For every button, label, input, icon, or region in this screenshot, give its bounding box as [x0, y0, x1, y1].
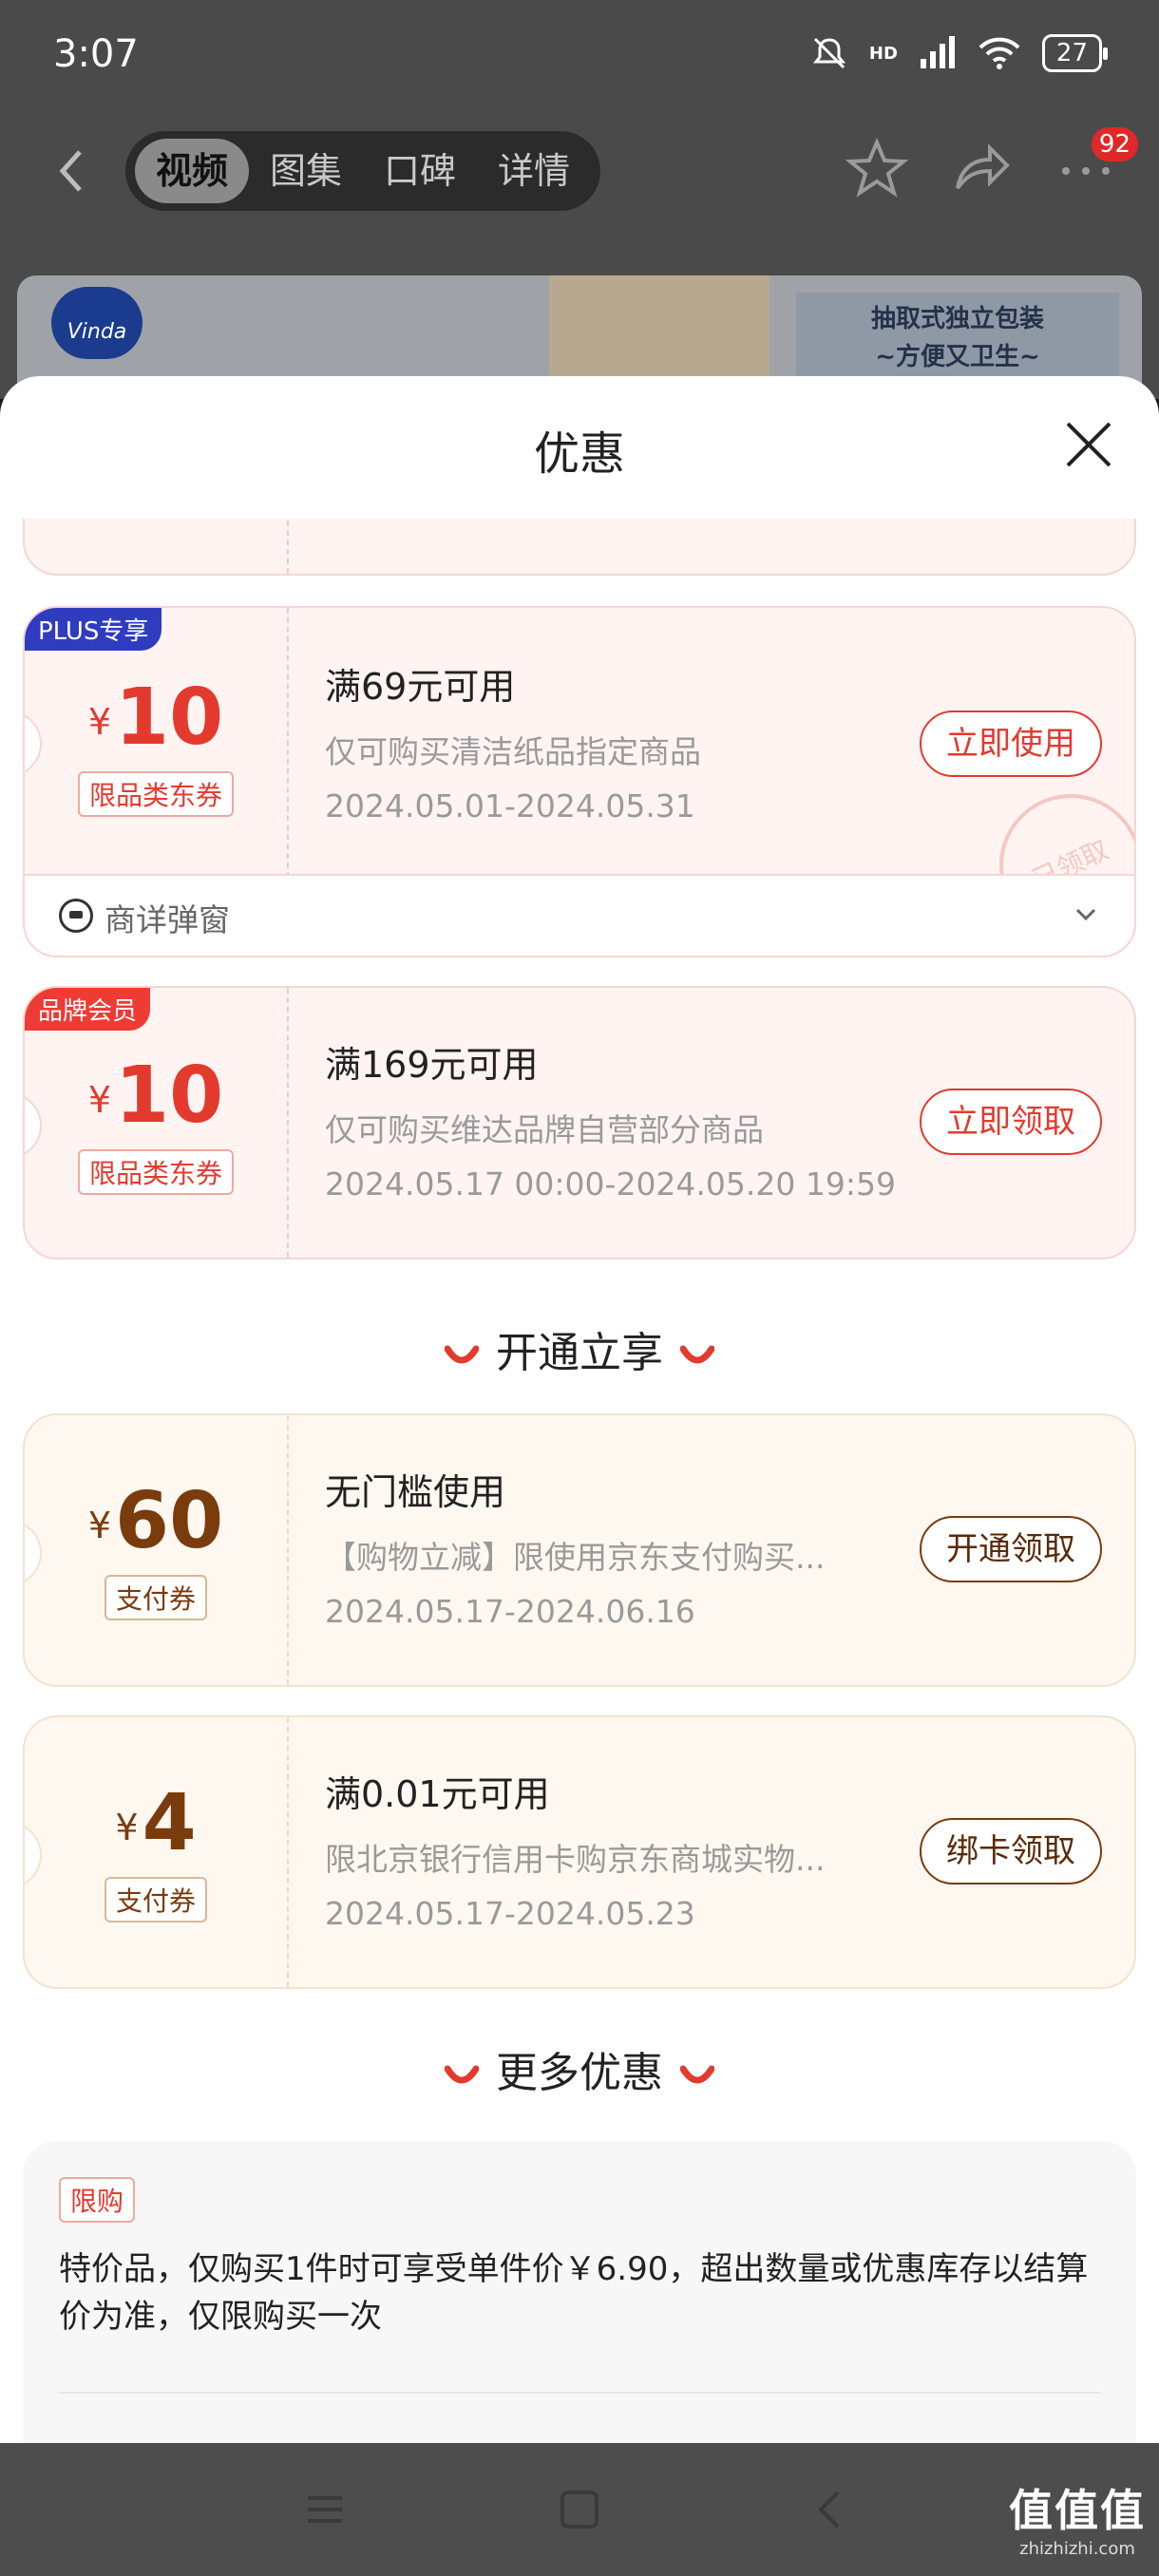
- plus-exclusive-tag: PLUS专享: [25, 608, 162, 651]
- brand-member-tag: 品牌会员: [25, 988, 151, 1031]
- share-icon[interactable]: [950, 137, 1013, 199]
- smile-icon: [445, 2065, 479, 2084]
- coupon-card-plus: ¥10 限品类东券 PLUS专享 满69元可用 仅可购买清洁纸品指定商品 202…: [23, 606, 1136, 957]
- currency-symbol: ¥: [115, 1807, 139, 1848]
- coupon-description: 限北京银行信用卡购京东商城实物...: [325, 1841, 826, 1878]
- claim-now-button[interactable]: 立即领取: [920, 1089, 1102, 1155]
- currency-symbol: ¥: [87, 1505, 112, 1546]
- mute-icon: [812, 37, 846, 69]
- divider: [59, 2392, 1100, 2394]
- coupon-amount: ¥10: [25, 1051, 287, 1141]
- star-icon[interactable]: [846, 137, 908, 199]
- battery-indicator: 27: [1041, 34, 1109, 72]
- detail-popup-label: 商详弹窗: [104, 901, 230, 938]
- amount-value: 60: [115, 1476, 224, 1566]
- tab-gallery[interactable]: 图集: [249, 139, 363, 203]
- coupon-condition: 满169元可用: [325, 1044, 539, 1086]
- coupon-type-label: 限品类东券: [77, 771, 235, 817]
- coupon-type-label: 支付券: [104, 1575, 208, 1620]
- watermark-logo: 值值值: [1009, 2485, 1146, 2536]
- coupon-card-brand: ¥10 限品类东券 品牌会员 满169元可用 仅可购买维达品牌自营部分商品 20…: [23, 986, 1136, 1260]
- coupon-date-range: 2024.05.01-2024.05.31: [325, 787, 695, 824]
- coupon-value-area: ¥60 支付券: [25, 1415, 287, 1685]
- coupon-condition: 满69元可用: [325, 666, 516, 708]
- smile-icon: [445, 1345, 479, 1364]
- currency-symbol: ¥: [87, 701, 112, 743]
- bind-card-claim-button[interactable]: 绑卡领取: [920, 1818, 1102, 1885]
- coupon-divider: [287, 519, 289, 574]
- coupon-description: 仅可购买清洁纸品指定商品: [325, 733, 701, 770]
- section-open-title: 开通立享: [0, 1318, 1159, 1379]
- section-more-label: 更多优惠: [496, 2049, 663, 2097]
- detail-popup-bar[interactable]: 商详弹窗: [25, 874, 1134, 956]
- coupon-divider: [287, 1717, 289, 1987]
- section-open-label: 开通立享: [496, 1329, 663, 1377]
- back-arrow-icon[interactable]: [49, 142, 97, 199]
- coupon-condition: 满0.01元可用: [325, 1773, 550, 1815]
- coupon-divider: [287, 988, 289, 1258]
- tab-details[interactable]: 详情: [477, 139, 591, 203]
- offer-description: 特价品，仅购买1件时可享受单件价￥6.90，超出数量或优惠库存以结算价为准，仅限…: [59, 2250, 1089, 2336]
- background-app: 3:07 HD 27 视频 图集 口碑 详情 92 Vinda 抽取式独立包装 …: [0, 0, 1159, 399]
- smile-icon: [680, 2065, 714, 2084]
- status-time: 3:07: [53, 32, 139, 76]
- sheet-title: 优惠: [533, 427, 625, 481]
- coupon-description: 【购物立减】限使用京东支付购买...: [325, 1539, 826, 1576]
- media-tabs: 视频 图集 口碑 详情: [125, 131, 601, 211]
- watermark: 值值值 zhizhizhi.com: [1009, 2476, 1146, 2559]
- coupon-amount: ¥4: [25, 1778, 287, 1868]
- smile-icon: [680, 1345, 714, 1364]
- coupon-amount: ¥60: [25, 1476, 287, 1566]
- close-icon[interactable]: [1060, 416, 1117, 473]
- top-nav: 视频 图集 口碑 详情 92: [0, 123, 1159, 218]
- currency-symbol: ¥: [87, 1079, 112, 1121]
- back-icon[interactable]: [808, 2487, 853, 2532]
- coupon-divider: [287, 1415, 289, 1685]
- more-offers-card: 限购 特价品，仅购买1件时可享受单件价￥6.90，超出数量或优惠库存以结算价为准…: [23, 2141, 1136, 2443]
- coupon-type-label: 支付券: [104, 1877, 208, 1923]
- coupon-divider: [287, 608, 289, 878]
- section-more-title: 更多优惠: [0, 2038, 1159, 2099]
- chevron-down-icon[interactable]: [1072, 900, 1100, 929]
- home-icon[interactable]: [557, 2487, 602, 2532]
- brand-logo: Vinda: [51, 287, 142, 359]
- amount-value: 4: [142, 1778, 197, 1868]
- tab-reviews[interactable]: 口碑: [363, 139, 477, 203]
- coupon-date-range: 2024.05.17-2024.06.16: [325, 1593, 695, 1630]
- pay-coupon-card: ¥60 支付券 无门槛使用 【购物立减】限使用京东支付购买... 2024.05…: [23, 1413, 1136, 1687]
- amount-value: 10: [115, 672, 224, 763]
- purchase-limit-tag: 限购: [59, 2177, 136, 2223]
- status-icons: HD 27: [810, 34, 1109, 72]
- use-now-button[interactable]: 立即使用: [920, 710, 1102, 777]
- coupon-condition: 无门槛使用: [325, 1471, 506, 1513]
- activate-claim-button[interactable]: 开通领取: [920, 1516, 1102, 1582]
- coupon-value-area: ¥4 支付券: [25, 1717, 287, 1987]
- tab-video[interactable]: 视频: [135, 139, 250, 203]
- coupon-amount: ¥10: [25, 672, 287, 763]
- banner-tagline-line2: ~方便又卫生~: [875, 343, 1040, 371]
- watermark-url: zhizhizhi.com: [1019, 2539, 1135, 2559]
- notification-badge: 92: [1091, 127, 1138, 161]
- menu-icon[interactable]: [302, 2487, 348, 2532]
- network-label: HD: [868, 43, 898, 64]
- coupon-type-label: 限品类东券: [77, 1149, 235, 1195]
- coupon-scroll-area[interactable]: ¥10 限品类东券 PLUS专享 满69元可用 仅可购买清洁纸品指定商品 202…: [0, 519, 1159, 2443]
- wifi-icon: [978, 37, 1020, 69]
- ticket-icon: [59, 899, 93, 933]
- coupon-date-range: 2024.05.17 00:00-2024.05.20 19:59: [325, 1165, 896, 1203]
- nav-actions: [846, 137, 1117, 199]
- signal-icon: [920, 36, 955, 68]
- coupon-card-partial: [23, 519, 1136, 576]
- coupon-description: 仅可购买维达品牌自营部分商品: [325, 1111, 764, 1148]
- coupon-date-range: 2024.05.17-2024.05.23: [325, 1895, 695, 1932]
- pay-coupon-card: ¥4 支付券 满0.01元可用 限北京银行信用卡购京东商城实物... 2024.…: [23, 1715, 1136, 1989]
- amount-value: 10: [115, 1051, 224, 1141]
- system-nav-bar: 值值值 zhizhizhi.com: [0, 2443, 1159, 2576]
- status-bar: 3:07 HD 27: [0, 0, 1159, 114]
- coupon-sheet: 优惠 ¥10 限品类东券 PLUS专享 满69元可用 仅可购买清洁纸品指定商品 …: [0, 376, 1159, 2443]
- banner-tagline-line1: 抽取式独立包装: [870, 305, 1044, 333]
